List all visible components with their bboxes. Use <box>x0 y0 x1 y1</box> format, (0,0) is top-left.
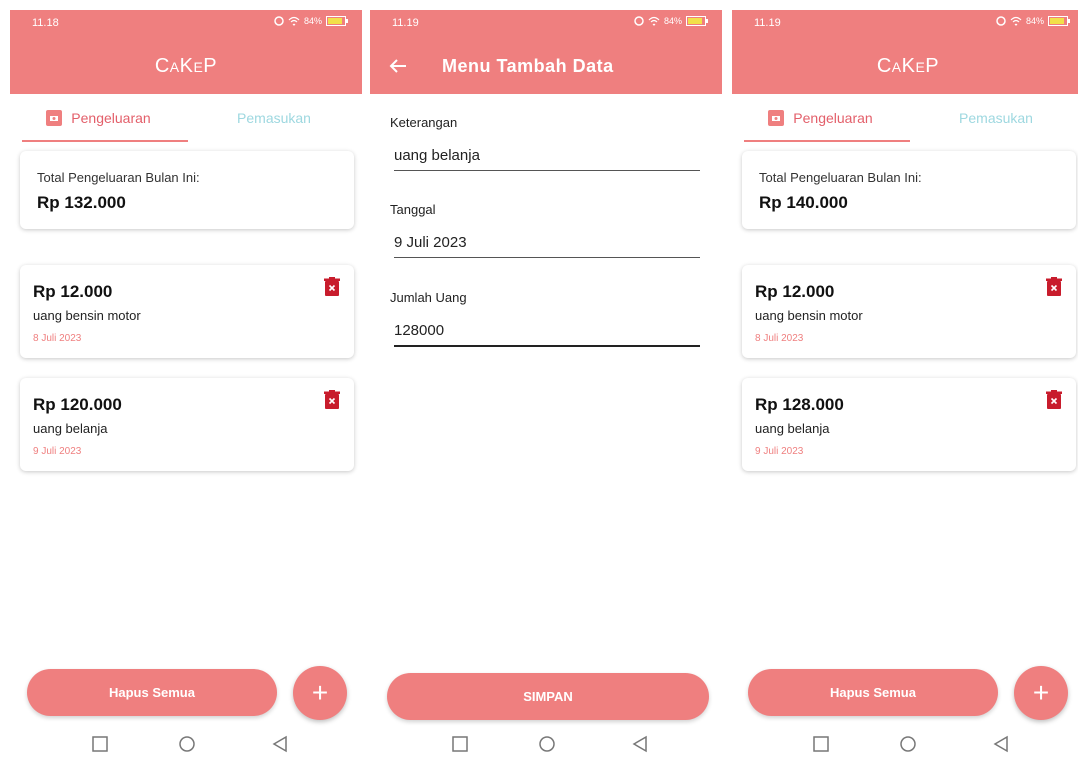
delete-all-button[interactable]: Hapus Semua <box>748 669 998 716</box>
alarm-icon <box>274 16 284 26</box>
item-date: 9 Juli 2023 <box>755 446 804 457</box>
circle-icon[interactable] <box>899 735 917 753</box>
wifi-icon <box>648 16 660 26</box>
item-date: 9 Juli 2023 <box>33 446 82 457</box>
app-title: CaKeP <box>154 55 218 77</box>
tab-bar: Pengeluaran Pemasukan <box>732 94 1078 142</box>
summary-card: Total Pengeluaran Bulan Ini: Rp 132.000 <box>20 151 354 229</box>
save-button[interactable]: SIMPAN <box>387 673 709 720</box>
tab-label: Pemasukan <box>237 110 311 126</box>
delete-all-label: Hapus Semua <box>830 685 916 700</box>
item-date: 8 Juli 2023 <box>33 333 82 344</box>
add-button[interactable]: + <box>293 666 347 720</box>
battery-percent: 84% <box>1025 16 1044 26</box>
circle-icon[interactable] <box>178 735 196 753</box>
item-amount: Rp 120.000 <box>33 395 122 414</box>
app-bar: CaKeP <box>10 38 362 94</box>
plus-icon: + <box>311 677 329 708</box>
plus-icon: + <box>1032 677 1050 708</box>
tab-pemasukan[interactable]: Pemasukan <box>908 94 1078 142</box>
square-icon[interactable] <box>812 735 830 753</box>
triangle-back-icon[interactable] <box>992 735 1010 753</box>
tab-indicator <box>744 140 910 142</box>
item-description: uang belanja <box>755 421 830 436</box>
field-label-tanggal: Tanggal <box>390 202 436 217</box>
system-nav-bar <box>10 727 362 765</box>
battery-icon <box>686 16 708 26</box>
tab-pengeluaran[interactable]: Pengeluaran <box>10 94 186 142</box>
item-description: uang belanja <box>33 421 108 436</box>
expense-list-screen: 11.18 84% CaKeP Pengeluaran Pemasukan To… <box>10 10 362 765</box>
trash-icon[interactable] <box>1045 390 1063 410</box>
item-description: uang bensin motor <box>33 308 141 323</box>
alarm-icon <box>996 16 1006 26</box>
trash-icon[interactable] <box>323 277 341 297</box>
tab-pengeluaran[interactable]: Pengeluaran <box>732 94 908 142</box>
summary-label: Total Pengeluaran Bulan Ini: <box>37 170 200 185</box>
alarm-icon <box>634 16 644 26</box>
app-bar: CaKeP <box>732 38 1078 94</box>
tab-label: Pemasukan <box>959 110 1033 126</box>
tanggal-input[interactable] <box>394 227 700 258</box>
app-title: CaKeP <box>876 55 940 77</box>
tab-label: Pengeluaran <box>793 110 873 126</box>
item-description: uang bensin motor <box>755 308 863 323</box>
add-data-screen: 11.19 84% Menu Tambah Data Keterangan Ta… <box>370 10 722 765</box>
wallet-icon <box>46 110 63 126</box>
expense-item[interactable]: Rp 128.000 uang belanja 9 Juli 2023 <box>742 378 1076 471</box>
page-title: Menu Tambah Data <box>442 56 614 76</box>
expense-item[interactable]: Rp 120.000 uang belanja 9 Juli 2023 <box>20 378 354 471</box>
wifi-icon <box>1010 16 1022 26</box>
battery-icon <box>326 16 348 26</box>
field-label-jumlah: Jumlah Uang <box>390 290 467 305</box>
jumlah-uang-input[interactable] <box>394 315 700 347</box>
wallet-icon <box>768 110 785 126</box>
status-time: 11.19 <box>392 17 419 29</box>
tab-pemasukan[interactable]: Pemasukan <box>186 94 362 142</box>
expense-list-screen-updated: 11.19 84% CaKeP Pengeluaran Pemasukan To… <box>732 10 1078 765</box>
item-amount: Rp 12.000 <box>755 282 835 301</box>
square-icon[interactable] <box>91 735 109 753</box>
tab-label: Pengeluaran <box>71 110 151 126</box>
trash-icon[interactable] <box>323 390 341 410</box>
circle-icon[interactable] <box>538 735 556 753</box>
summary-value: Rp 132.000 <box>37 193 126 212</box>
expense-item[interactable]: Rp 12.000 uang bensin motor 8 Juli 2023 <box>742 265 1076 358</box>
summary-card: Total Pengeluaran Bulan Ini: Rp 140.000 <box>742 151 1076 229</box>
tab-bar: Pengeluaran Pemasukan <box>10 94 362 142</box>
tab-indicator <box>22 140 188 142</box>
battery-percent: 84% <box>303 16 322 26</box>
status-time: 11.19 <box>754 17 781 29</box>
triangle-back-icon[interactable] <box>631 735 649 753</box>
app-bar: Menu Tambah Data <box>370 38 722 94</box>
status-bar: 11.19 84% <box>732 10 1078 38</box>
system-nav-bar <box>370 727 722 765</box>
item-amount: Rp 128.000 <box>755 395 844 414</box>
triangle-back-icon[interactable] <box>271 735 289 753</box>
delete-all-label: Hapus Semua <box>109 685 195 700</box>
trash-icon[interactable] <box>1045 277 1063 297</box>
system-nav-bar <box>732 727 1078 765</box>
status-bar: 11.18 84% <box>10 10 362 38</box>
battery-icon <box>1048 16 1070 26</box>
status-bar: 11.19 84% <box>370 10 722 38</box>
add-button[interactable]: + <box>1014 666 1068 720</box>
arrow-left-icon[interactable] <box>386 54 410 78</box>
item-date: 8 Juli 2023 <box>755 333 804 344</box>
square-icon[interactable] <box>451 735 469 753</box>
delete-all-button[interactable]: Hapus Semua <box>27 669 277 716</box>
summary-value: Rp 140.000 <box>759 193 848 212</box>
keterangan-input[interactable] <box>394 140 700 171</box>
summary-label: Total Pengeluaran Bulan Ini: <box>759 170 922 185</box>
save-label: SIMPAN <box>523 689 573 704</box>
expense-item[interactable]: Rp 12.000 uang bensin motor 8 Juli 2023 <box>20 265 354 358</box>
item-amount: Rp 12.000 <box>33 282 113 301</box>
field-label-keterangan: Keterangan <box>390 115 458 130</box>
status-time: 11.18 <box>32 17 59 29</box>
wifi-icon <box>288 16 300 26</box>
battery-percent: 84% <box>663 16 682 26</box>
